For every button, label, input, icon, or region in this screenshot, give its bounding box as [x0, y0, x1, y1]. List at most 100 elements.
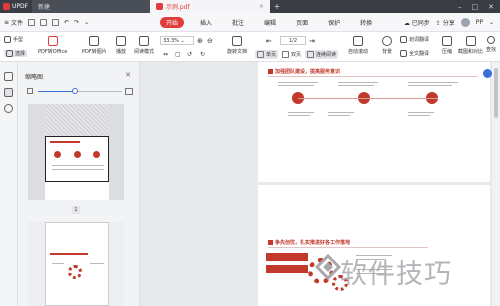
continuous-read-button[interactable]: 连续阅读	[305, 50, 339, 59]
screenshot-compare-label: 截图和对比	[458, 49, 484, 55]
share-button[interactable]: ⇪ 分享	[436, 18, 455, 27]
text-line	[338, 85, 374, 86]
thumbnail-page-2[interactable]	[28, 222, 124, 306]
image-icon	[89, 36, 100, 46]
compress-button[interactable]: 压缩	[442, 36, 452, 55]
zoom-value: 33.3%	[163, 38, 179, 44]
settings-icon[interactable]: ⌄	[489, 19, 494, 26]
text-line	[338, 82, 378, 83]
fit-page-icon[interactable]: ▢	[175, 51, 181, 58]
single-page-button[interactable]: 单页	[255, 50, 279, 59]
thumb-text-line	[52, 263, 64, 264]
thumbnail-page-1[interactable]	[28, 104, 124, 200]
auto-scroll-icon	[353, 36, 363, 46]
translate-full-button[interactable]: 全文翻译	[400, 50, 429, 57]
small-thumb-icon[interactable]	[27, 88, 33, 94]
moon-icon	[382, 36, 392, 46]
rotate-right-icon[interactable]: ↻	[200, 51, 205, 58]
menu-insert[interactable]: 插入	[196, 17, 216, 28]
scroll-thumb[interactable]	[494, 68, 498, 118]
page-input[interactable]: 1/2	[280, 36, 306, 45]
zoom-select[interactable]: 33.3% ⌄	[160, 36, 194, 45]
section-bullet-icon	[268, 69, 273, 74]
rotate-doc-label: 旋转文档	[227, 49, 248, 55]
maximize-icon[interactable]: □	[472, 3, 479, 11]
translate-full-label: 全文翻译	[409, 51, 430, 57]
tab-label: 示例.pdf	[166, 4, 190, 11]
first-page-icon[interactable]: ⇤	[266, 37, 272, 45]
undo-icon[interactable]: ↶	[64, 19, 69, 26]
tab-label: 新建	[38, 4, 51, 11]
thumbnail-icon[interactable]	[4, 88, 13, 97]
zoom-out-icon[interactable]: ⊖	[207, 37, 213, 45]
menu-annotate[interactable]: 批注	[228, 17, 248, 28]
close-window-icon[interactable]: ✕	[488, 3, 494, 11]
menu-page[interactable]: 页面	[292, 17, 312, 28]
watermark-logo-icon	[315, 254, 341, 280]
select-tool-button[interactable]: 选择	[4, 50, 28, 57]
menu-edit[interactable]: 编辑	[260, 17, 280, 28]
pdf-to-office-icon	[47, 36, 58, 46]
thumb-title-line	[50, 141, 80, 143]
panel-title: 缩略图	[25, 74, 44, 81]
section-title-1: 加强团队建设，提高服务意识	[268, 68, 340, 75]
search-icon	[487, 36, 495, 44]
background-button[interactable]: 背景	[382, 36, 392, 55]
save-icon[interactable]	[40, 18, 48, 26]
background-label: 背景	[382, 49, 393, 55]
auto-scroll-button[interactable]: 自动滚动	[348, 36, 368, 55]
compress-icon	[442, 36, 452, 46]
vertical-scrollbar[interactable]	[492, 62, 500, 306]
pdf-to-image-button[interactable]: PDF转图片	[82, 36, 107, 55]
hand-tool-button[interactable]: 手型	[4, 36, 23, 43]
rotate-doc-button[interactable]: 旋转文档	[227, 36, 247, 55]
menu-protect[interactable]: 保护	[324, 17, 344, 28]
large-thumb-icon[interactable]	[125, 88, 133, 95]
connector-line	[298, 98, 438, 99]
read-mode-button[interactable]: 阅读模式	[134, 36, 154, 55]
translate-select-button[interactable]: 划词翻译	[400, 36, 429, 43]
sync-status[interactable]: ☁ 已同步	[404, 18, 430, 27]
fit-width-icon[interactable]: ⇔	[163, 51, 168, 58]
double-page-button[interactable]: 双页	[280, 50, 303, 59]
title-bar: UPDF 新建 示例.pdf ✕ + – □ ✕	[0, 0, 500, 13]
screenshot-compare-button[interactable]: 截图和对比	[458, 36, 483, 55]
compress-label: 压缩	[442, 49, 453, 55]
menu-start[interactable]: 开始	[160, 16, 185, 28]
tab-document[interactable]: 示例.pdf ✕	[150, 0, 270, 13]
last-page-icon[interactable]: ⇥	[309, 37, 315, 45]
redo-icon[interactable]: ↷	[74, 19, 79, 26]
close-panel-icon[interactable]: ✕	[125, 71, 131, 79]
text-line	[328, 115, 350, 116]
bookmark-icon[interactable]	[4, 72, 13, 81]
text-line	[288, 115, 310, 116]
new-tab-button[interactable]: +	[270, 0, 284, 13]
translate-full-icon	[400, 50, 407, 57]
rotate-left-icon[interactable]: ↺	[187, 51, 192, 58]
menu-convert[interactable]: 转换	[356, 17, 376, 28]
main-menu: 开始 插入 批注 编辑 页面 保护 转换	[160, 16, 376, 28]
play-icon	[116, 36, 126, 46]
zoom-in-icon[interactable]: ⊕	[197, 37, 203, 45]
more-icon[interactable]: ⌄	[84, 19, 89, 26]
play-button[interactable]: 播放	[116, 36, 126, 55]
rotate-icon	[232, 36, 242, 46]
tab-new[interactable]: 新建	[32, 0, 150, 13]
section-title-text: 争先创优，扎实推进好各工作落地	[275, 240, 351, 246]
print-icon[interactable]	[52, 18, 60, 26]
double-page-icon	[282, 51, 289, 58]
close-tab-icon[interactable]: ✕	[259, 3, 264, 10]
annotation-icon[interactable]	[4, 104, 13, 113]
read-mode-label: 阅读模式	[134, 49, 155, 55]
search-button[interactable]: 查找	[486, 36, 496, 53]
minimize-icon[interactable]: –	[458, 3, 462, 11]
avatar[interactable]	[460, 17, 470, 27]
pdf-to-office-button[interactable]: PDF转Office	[38, 36, 67, 55]
text-line	[408, 112, 434, 113]
slider-handle[interactable]	[72, 88, 78, 94]
file-menu[interactable]: ≡ 文件	[4, 18, 23, 27]
thumb-circle	[93, 151, 100, 158]
pdf-to-image-label: PDF转图片	[82, 49, 107, 55]
assistant-float-button[interactable]	[483, 69, 492, 78]
open-icon[interactable]	[28, 18, 36, 26]
